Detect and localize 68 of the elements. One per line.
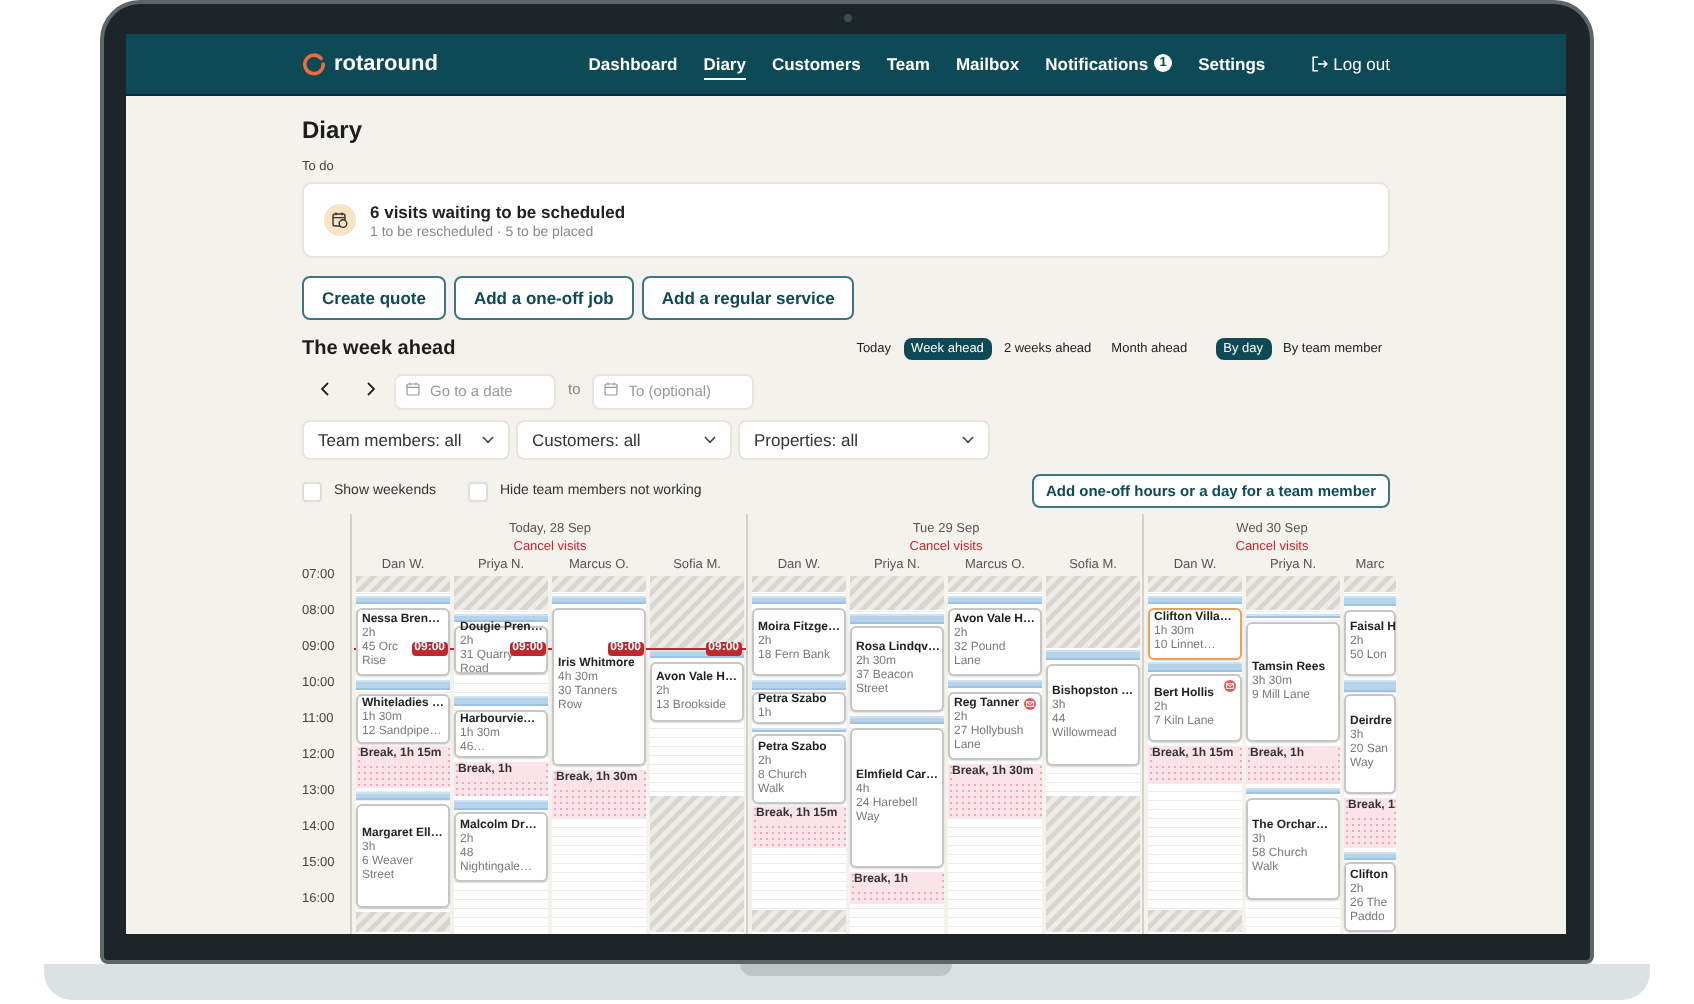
- gap-bar: [1344, 851, 1396, 860]
- gap-bar: [356, 679, 450, 691]
- chevron-left-icon: [320, 381, 330, 395]
- unavailable-block: [1148, 576, 1242, 593]
- logout-link[interactable]: Log out: [1311, 54, 1390, 74]
- nav-link[interactable]: Dashboard: [588, 49, 678, 79]
- gap-bar: [1246, 613, 1340, 619]
- unavailable-block: [1246, 576, 1340, 611]
- gap-bar: [454, 695, 548, 707]
- page-title: Diary: [302, 114, 365, 146]
- unavailable-block: [850, 576, 944, 611]
- gap-bar: [948, 595, 1042, 605]
- brand-name: rotaround: [334, 52, 438, 76]
- unavailable-block: [454, 576, 548, 611]
- checkbox[interactable]: [467, 481, 488, 501]
- nav-link[interactable]: Team: [886, 49, 930, 79]
- action-button[interactable]: Create quote: [302, 276, 446, 320]
- camera-dot: [844, 14, 852, 22]
- mail-icon: [1024, 697, 1036, 710]
- filter-dropdown[interactable]: Customers: all: [516, 420, 732, 460]
- chevron-right-icon: [366, 381, 376, 395]
- logout-icon: [1311, 56, 1328, 72]
- section-title: The week ahead: [302, 337, 456, 359]
- unavailable-block: [650, 576, 744, 648]
- gap-bar: [454, 613, 548, 623]
- gap-bar: [752, 679, 846, 690]
- chevron-down-icon: [482, 436, 494, 444]
- gap-bar: [1046, 650, 1140, 661]
- unavailable-block: [1148, 910, 1242, 933]
- nav-link[interactable]: Customers: [771, 49, 861, 79]
- unavailable-block: [948, 576, 1042, 593]
- unavailable-block: [356, 576, 450, 593]
- gap-bar: [752, 595, 846, 605]
- filter-dropdown[interactable]: Team members: all: [302, 420, 510, 460]
- nav-link[interactable]: Settings: [1198, 49, 1266, 79]
- action-button[interactable]: Add a regular service: [641, 276, 855, 320]
- gap-bar: [454, 799, 548, 810]
- filter-dropdown[interactable]: Properties: all: [738, 420, 990, 460]
- gap-bar: [552, 595, 646, 605]
- unavailable-block: [1046, 796, 1140, 933]
- action-button[interactable]: Add a one-off job: [453, 276, 634, 320]
- gap-bar: [1344, 679, 1396, 692]
- unavailable-block: [752, 576, 846, 593]
- gap-bar: [948, 679, 1042, 689]
- unavailable-block: [356, 911, 450, 933]
- unavailable-block: [1344, 576, 1396, 593]
- unavailable-block: [752, 910, 846, 933]
- unavailable-block: [650, 796, 744, 933]
- gap-bar: [356, 791, 450, 801]
- chevron-down-icon: [704, 436, 716, 444]
- unavailable-block: [1046, 576, 1140, 648]
- nav-link[interactable]: Mailbox: [955, 49, 1020, 79]
- todo-title: 6 visits waiting to be scheduled: [370, 201, 626, 221]
- mail-icon: [1224, 680, 1236, 693]
- gap-bar: [356, 595, 450, 605]
- gap-bar: [1246, 787, 1340, 795]
- calendar-clock-icon: [324, 204, 356, 236]
- chevron-down-icon: [962, 436, 974, 444]
- checkbox[interactable]: [302, 481, 322, 501]
- gap-bar: [1148, 662, 1242, 672]
- nav-link[interactable]: Diary: [703, 49, 746, 79]
- gap-bar: [850, 613, 944, 624]
- logo-icon: [302, 52, 326, 76]
- gap-bar: [1344, 595, 1396, 607]
- gap-bar: [1148, 595, 1242, 605]
- gap-bar: [850, 715, 944, 725]
- gap-bar: [752, 727, 846, 732]
- unavailable-block: [552, 576, 646, 593]
